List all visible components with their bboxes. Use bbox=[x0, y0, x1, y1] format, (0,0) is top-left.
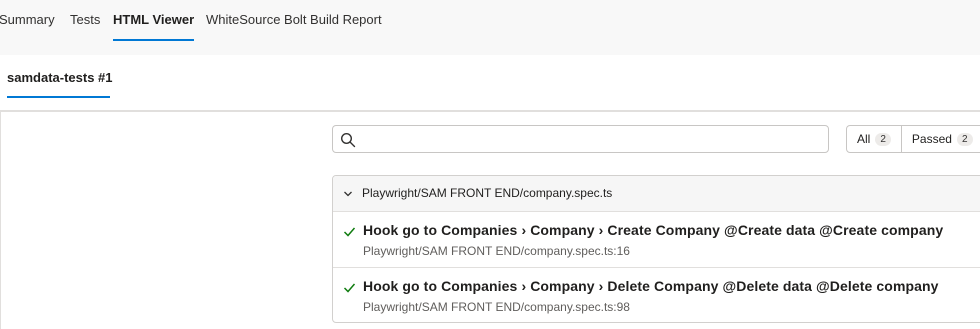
test-title: Hook go to Companies › Company › Delete … bbox=[363, 278, 939, 294]
file-group-header[interactable]: Playwright/SAM FRONT END/company.spec.ts bbox=[333, 176, 980, 212]
test-location: Playwright/SAM FRONT END/company.spec.ts… bbox=[363, 300, 630, 314]
tab-summary[interactable]: Summary bbox=[0, 12, 55, 42]
filter-passed[interactable]: Passed 2 bbox=[900, 126, 980, 152]
filter-all[interactable]: All 2 bbox=[847, 126, 901, 152]
filter-all-label: All bbox=[857, 132, 871, 146]
left-panel-border bbox=[0, 112, 1, 329]
search-icon bbox=[340, 132, 356, 148]
tab-whitesource-bolt-build-report[interactable]: WhiteSource Bolt Build Report bbox=[206, 12, 382, 42]
top-tab-bar: Summary Tests HTML Viewer WhiteSource Bo… bbox=[0, 0, 980, 55]
filter-all-count: 2 bbox=[875, 132, 891, 146]
filter-passed-count: 2 bbox=[956, 132, 973, 146]
tab-tests[interactable]: Tests bbox=[70, 12, 100, 42]
check-icon bbox=[343, 283, 356, 293]
check-icon bbox=[343, 227, 356, 237]
tab-html-viewer[interactable]: HTML Viewer bbox=[113, 12, 195, 42]
tab-samdata-tests[interactable]: samdata-tests #1 bbox=[7, 70, 113, 98]
test-file-group: Playwright/SAM FRONT END/company.spec.ts… bbox=[332, 175, 980, 323]
chevron-down-icon bbox=[344, 191, 352, 197]
test-row[interactable]: Hook go to Companies › Company › Create … bbox=[333, 212, 980, 268]
test-title: Hook go to Companies › Company › Create … bbox=[363, 222, 944, 238]
filter-passed-label: Passed bbox=[911, 132, 952, 146]
search-input[interactable] bbox=[361, 129, 825, 151]
test-row[interactable]: Hook go to Companies › Company › Delete … bbox=[333, 268, 980, 322]
report-content: All 2 Passed 2 Playwright/SAM FRONT END/… bbox=[0, 111, 980, 329]
build-tab-bar: samdata-tests #1 bbox=[0, 55, 980, 111]
test-location: Playwright/SAM FRONT END/company.spec.ts… bbox=[363, 244, 630, 258]
search-box[interactable] bbox=[332, 125, 829, 153]
file-group-title: Playwright/SAM FRONT END/company.spec.ts bbox=[362, 186, 613, 200]
status-filters: All 2 Passed 2 bbox=[846, 125, 980, 153]
